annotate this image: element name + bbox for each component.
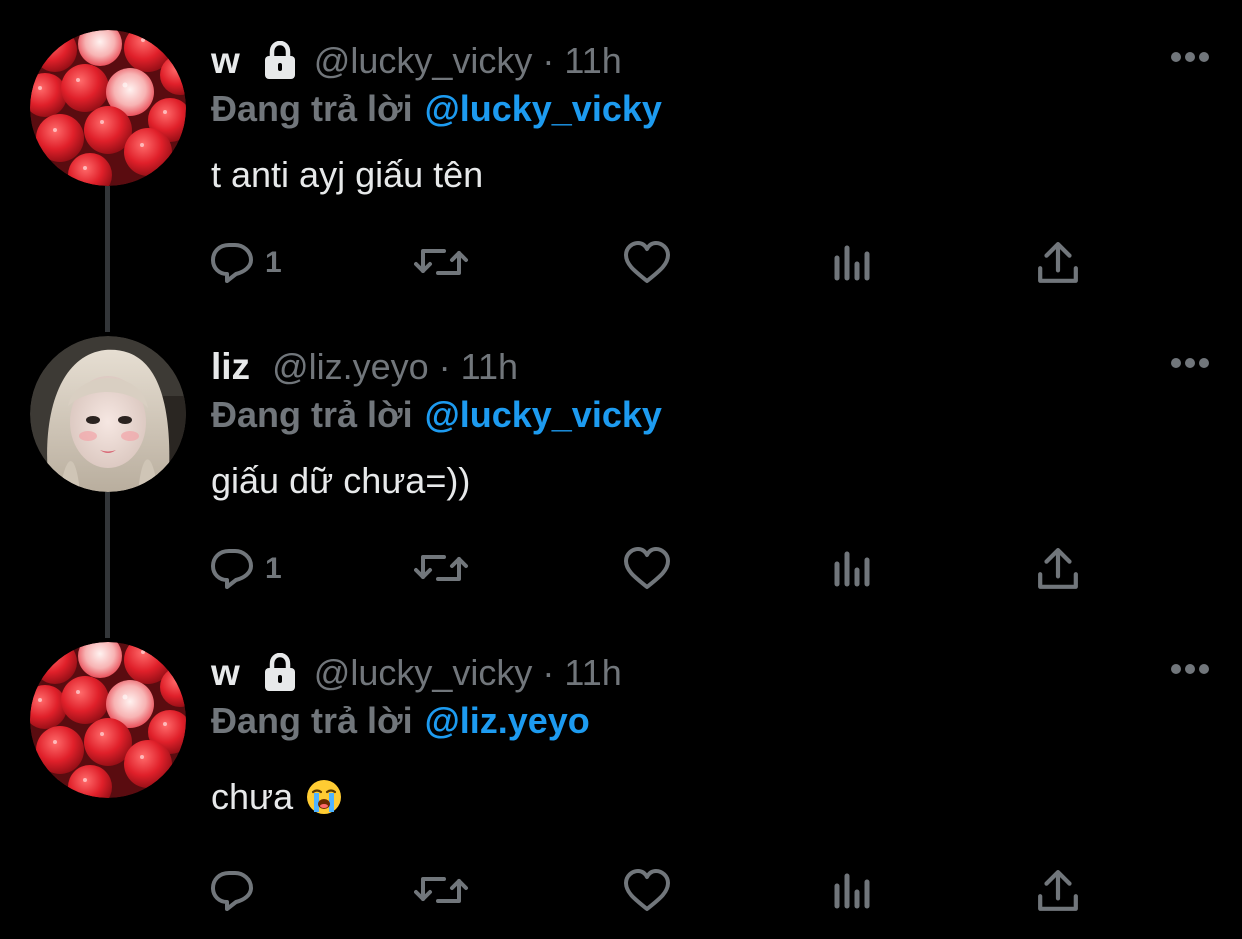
reply-count: 1 xyxy=(265,246,282,279)
share-button[interactable] xyxy=(1037,544,1079,594)
portrait-avatar-image xyxy=(30,336,186,492)
tweet[interactable]: liz @liz.yeyo · 11h Đang trả lời @lucky_… xyxy=(0,308,1242,614)
avatar[interactable] xyxy=(30,336,186,492)
avatar[interactable] xyxy=(30,642,186,798)
tweet-header: liz @liz.yeyo · 11h xyxy=(211,342,1172,392)
display-name[interactable]: w xyxy=(211,652,240,694)
replying-to-mention[interactable]: @liz.yeyo xyxy=(425,700,590,742)
share-button[interactable] xyxy=(1037,866,1079,916)
replying-to-prefix: Đang trả lời xyxy=(211,394,413,435)
tweet-thread: w @lucky_vicky · 11h Đang trả lời @lucky… xyxy=(0,0,1242,939)
lock-icon xyxy=(262,653,298,693)
tweet-actions xyxy=(211,866,1111,916)
heart-icon xyxy=(624,869,670,911)
timestamp[interactable]: 11h xyxy=(564,652,621,694)
share-button[interactable] xyxy=(1037,238,1079,288)
tweet-header: w @lucky_vicky · 11h xyxy=(211,648,1172,698)
retweet-icon xyxy=(414,249,468,275)
like-button[interactable] xyxy=(624,238,672,288)
views-icon xyxy=(833,547,873,591)
tweet-text: giấu dữ chưa=)) xyxy=(211,460,471,501)
tweet-actions: 1 xyxy=(211,238,1111,288)
views-icon xyxy=(833,869,873,913)
retweet-button[interactable] xyxy=(414,238,470,288)
share-icon xyxy=(1037,547,1079,591)
tweet[interactable]: w @lucky_vicky · 11h Đang trả lời @lucky… xyxy=(0,0,1242,308)
retweet-icon xyxy=(414,555,468,581)
loudly-crying-face-emoji xyxy=(307,780,342,814)
reply-button[interactable]: 1 xyxy=(211,238,282,288)
separator-dot: · xyxy=(542,40,555,81)
replying-to-mention[interactable]: @lucky_vicky xyxy=(425,394,662,436)
views-icon xyxy=(833,241,873,285)
reply-button[interactable] xyxy=(211,866,265,916)
like-button[interactable] xyxy=(624,866,672,916)
tweet-text: t anti ayj giấu tên xyxy=(211,154,484,195)
user-handle[interactable]: @liz.yeyo xyxy=(272,346,429,388)
retweet-button[interactable] xyxy=(414,544,470,594)
replying-to-line: Đang trả lời @liz.yeyo xyxy=(211,696,590,746)
replying-to-prefix: Đang trả lời xyxy=(211,700,413,741)
more-icon[interactable] xyxy=(1170,663,1210,675)
tweet-text: chưa xyxy=(211,772,343,822)
reply-count: 1 xyxy=(265,552,282,585)
replying-to-mention[interactable]: @lucky_vicky xyxy=(425,88,662,130)
replying-to-line: Đang trả lời @lucky_vicky xyxy=(211,84,662,134)
replying-to-prefix: Đang trả lời xyxy=(211,88,413,129)
replying-to-line: Đang trả lời @lucky_vicky xyxy=(211,390,662,440)
share-icon xyxy=(1037,241,1079,285)
separator-dot: · xyxy=(542,652,555,693)
tweet-header: w @lucky_vicky · 11h xyxy=(211,36,1172,86)
views-button[interactable] xyxy=(833,238,873,288)
timestamp[interactable]: 11h xyxy=(564,40,621,82)
reply-icon xyxy=(211,549,253,589)
more-icon[interactable] xyxy=(1170,357,1210,369)
user-handle[interactable]: @lucky_vicky xyxy=(314,652,533,694)
reply-icon xyxy=(211,871,253,911)
display-name[interactable]: w xyxy=(211,40,240,82)
retweet-icon xyxy=(414,877,468,903)
user-handle[interactable]: @lucky_vicky xyxy=(314,40,533,82)
separator-dot: · xyxy=(438,346,451,387)
tweet-actions: 1 xyxy=(211,544,1111,594)
display-name[interactable]: liz xyxy=(211,346,250,388)
reply-button[interactable]: 1 xyxy=(211,544,282,594)
more-icon[interactable] xyxy=(1170,51,1210,63)
tweet[interactable]: w @lucky_vicky · 11h Đang trả lời @liz.y… xyxy=(0,614,1242,939)
strawberry-avatar-image xyxy=(30,30,186,186)
tweet-text-content: chưa xyxy=(211,776,294,817)
views-button[interactable] xyxy=(833,544,873,594)
share-icon xyxy=(1037,869,1079,913)
heart-icon xyxy=(624,547,670,589)
lock-icon xyxy=(262,41,298,81)
like-button[interactable] xyxy=(624,544,672,594)
timestamp[interactable]: 11h xyxy=(461,346,518,388)
heart-icon xyxy=(624,241,670,283)
avatar[interactable] xyxy=(30,30,186,186)
strawberry-avatar-image xyxy=(30,642,186,798)
retweet-button[interactable] xyxy=(414,866,470,916)
views-button[interactable] xyxy=(833,866,873,916)
reply-icon xyxy=(211,243,253,283)
